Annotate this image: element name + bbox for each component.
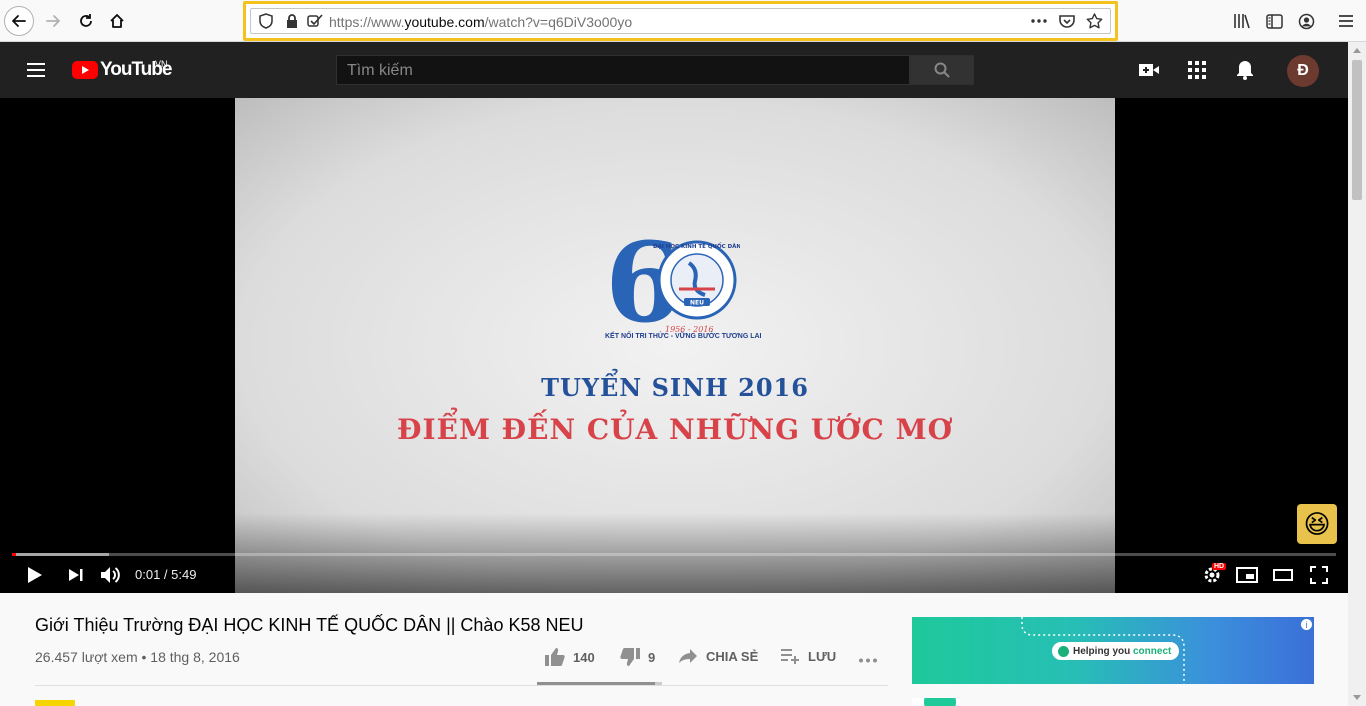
reload-icon (80, 14, 92, 27)
time-display: 0:01 / 5:49 (135, 567, 197, 582)
logo-years: 1956 - 2016 (665, 325, 714, 333)
page-scrollbar[interactable] (1348, 42, 1366, 706)
info-divider (35, 685, 888, 686)
sidebar-icon[interactable] (1265, 12, 1283, 30)
volume-icon (101, 567, 120, 583)
theater-mode-icon (1273, 569, 1293, 581)
neu-60-years-logo: 6 NEU ĐẠI HỌC KINH TẾ QUỐC DÂN 1956 - 20… (605, 233, 740, 333)
overlay-emoji-badge[interactable]: 😆 (1297, 504, 1337, 544)
save-button[interactable]: LƯU (780, 648, 836, 664)
scrollbar-thumb[interactable] (1352, 60, 1362, 200)
guide-menu-icon[interactable] (24, 58, 48, 82)
shield-icon[interactable] (258, 13, 274, 29)
video-meta: 26.457 lượt xem • 18 thg 8, 2016 (35, 649, 240, 665)
scroll-up-arrow-icon (1353, 48, 1361, 53)
back-button[interactable] (4, 6, 34, 36)
video-headline: TUYỂN SINH 2016 (541, 373, 809, 402)
youtube-header: YouTube VN Tìm kiếm Đ (0, 42, 1348, 98)
more-horizontal-icon (859, 658, 877, 662)
fullscreen-button[interactable] (1307, 563, 1331, 587)
video-player[interactable]: 6 NEU ĐẠI HỌC KINH TẾ QUỐC DÂN 1956 - 20… (0, 98, 1348, 593)
avatar-initial: Đ (1297, 62, 1309, 79)
arrow-left-icon (12, 15, 26, 27)
video-subheadline: ĐIỂM ĐẾN CỦA NHỮNG ƯỚC MƠ (397, 413, 953, 446)
like-count: 140 (573, 649, 595, 665)
url-text[interactable]: https://www.youtube.com/watch?v=q6DiV3o0… (329, 14, 632, 30)
permissions-icon[interactable] (306, 13, 324, 29)
logo-tagline: KẾT NỐI TRI THỨC - VỮNG BƯỚC TƯƠNG LAI (605, 333, 762, 340)
more-actions-icon[interactable] (1030, 13, 1048, 29)
account-icon[interactable] (1297, 12, 1315, 30)
fullscreen-icon (1310, 566, 1328, 584)
play-icon (28, 567, 42, 583)
search-button[interactable] (910, 55, 974, 85)
bookmark-star-icon[interactable] (1085, 12, 1103, 30)
lock-icon[interactable] (284, 13, 300, 29)
connect-logo-icon (1058, 645, 1069, 657)
miniplayer-button[interactable] (1235, 563, 1259, 587)
thumbs-down-icon (620, 648, 640, 666)
like-button[interactable]: 140 (545, 648, 595, 666)
share-label: CHIA SẺ (706, 648, 759, 664)
search-input[interactable]: Tìm kiếm (336, 55, 910, 85)
scroll-down-arrow-icon (1353, 695, 1361, 700)
logo-ring-text: ĐẠI HỌC KINH TẾ QUỐC DÂN (653, 242, 740, 250)
logo-neu: NEU (690, 300, 704, 307)
play-button[interactable] (24, 564, 46, 586)
theater-mode-button[interactable] (1271, 563, 1295, 587)
url-prefix: https://www. (329, 14, 405, 30)
thumbs-up-icon (545, 648, 565, 666)
next-button[interactable] (65, 564, 87, 586)
browser-menu-icon[interactable] (1337, 12, 1355, 30)
home-button[interactable] (102, 6, 132, 36)
ad-banner[interactable]: Helping you connect (912, 617, 1314, 684)
reload-button[interactable] (71, 6, 101, 36)
progress-buffered (12, 553, 109, 556)
ad-pill-text: Helping you connect (1073, 645, 1172, 657)
avatar[interactable]: Đ (1287, 55, 1319, 87)
laughing-face-icon: 😆 (1303, 508, 1331, 539)
progress-bar[interactable] (12, 553, 1336, 556)
url-bar[interactable]: https://www.youtube.com/watch?v=q6DiV3o0… (243, 1, 1118, 41)
url-host: youtube.com (404, 14, 485, 30)
search-placeholder: Tìm kiếm (347, 62, 413, 79)
channel-avatar-partial[interactable] (35, 700, 75, 706)
settings-button[interactable]: HD (1200, 563, 1227, 587)
skip-next-icon (69, 569, 83, 581)
ad-pill: Helping you connect (1052, 642, 1180, 660)
browser-toolbar: https://www.youtube.com/watch?v=q6DiV3o0… (0, 0, 1366, 42)
save-label: LƯU (808, 648, 837, 664)
home-icon (110, 14, 124, 28)
arrow-right-icon (46, 15, 60, 27)
create-video-icon[interactable] (1137, 58, 1161, 82)
volume-button[interactable] (99, 563, 123, 587)
share-button[interactable]: CHIA SẺ (678, 648, 758, 664)
search-icon (934, 62, 950, 78)
share-icon (679, 649, 697, 663)
forward-button[interactable] (38, 6, 68, 36)
library-icon[interactable] (1233, 12, 1251, 30)
url-path: /watch?v=q6DiV3o00yo (484, 14, 633, 30)
hd-badge: HD (1212, 563, 1227, 570)
apps-grid-icon[interactable] (1185, 58, 1209, 82)
ad-info-icon[interactable]: i (1300, 618, 1313, 631)
pocket-icon[interactable] (1058, 13, 1076, 29)
video-title: Giới Thiệu Trường ĐẠI HỌC KINH TẾ QUỐC D… (35, 615, 584, 635)
dislike-button[interactable]: 9 (620, 648, 655, 666)
playlist-add-icon (781, 649, 799, 664)
more-options-button[interactable] (857, 652, 879, 668)
region-code: VN (155, 59, 168, 69)
notifications-bell-icon[interactable] (1233, 58, 1257, 82)
dislike-count: 9 (648, 649, 656, 665)
progress-played (12, 553, 16, 556)
next-card-partial[interactable] (912, 698, 960, 706)
miniplayer-icon (1236, 567, 1258, 583)
youtube-play-logo-icon (72, 61, 98, 79)
